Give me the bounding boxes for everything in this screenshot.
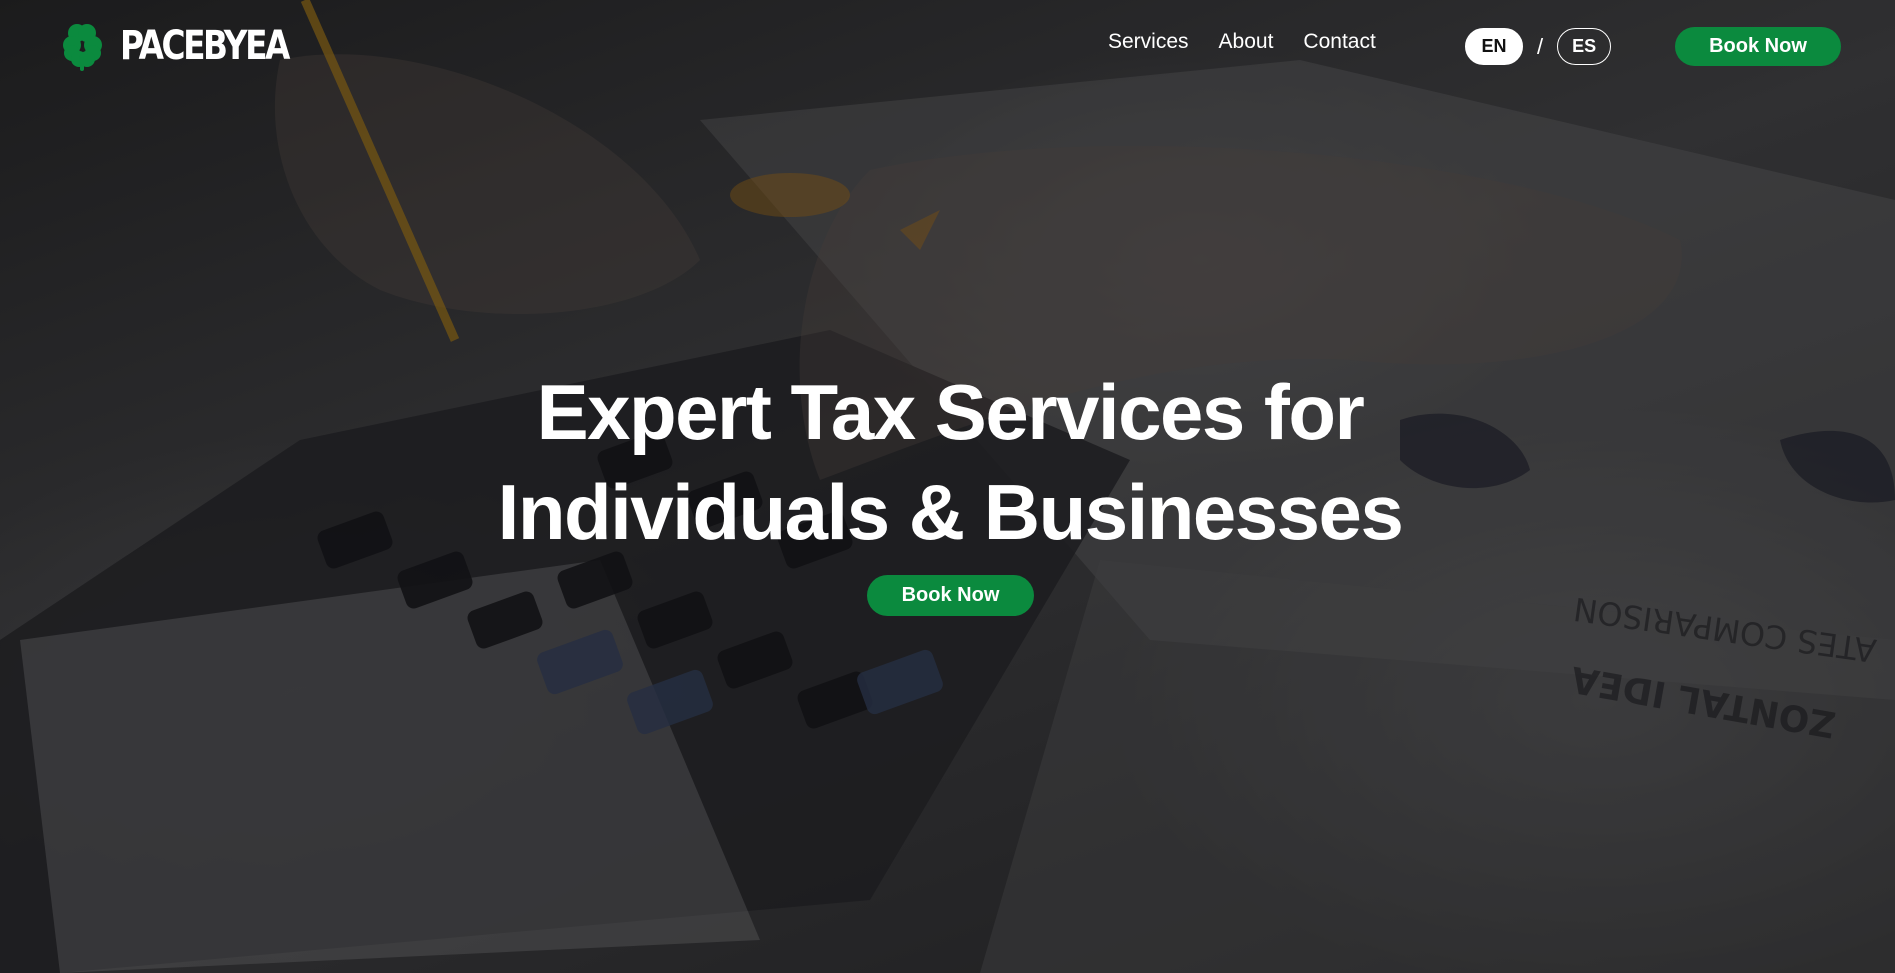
brand-logo[interactable]: PACEBYEA bbox=[60, 20, 325, 72]
language-en-button[interactable]: EN bbox=[1465, 28, 1523, 65]
language-switcher: EN / ES bbox=[1465, 28, 1612, 65]
four-leaf-clover-icon bbox=[63, 24, 102, 71]
nav-services-link[interactable]: Services bbox=[1108, 30, 1189, 54]
language-separator: / bbox=[1537, 33, 1544, 59]
nav-contact-link[interactable]: Contact bbox=[1303, 30, 1375, 54]
main-nav: Services About Contact bbox=[1108, 30, 1376, 54]
hero-title-line-2: Individuals & Businesses bbox=[497, 468, 1404, 556]
hero-title: Expert Tax Services for Individuals & Bu… bbox=[0, 362, 1895, 562]
nav-about-link[interactable]: About bbox=[1219, 30, 1274, 54]
hero-title-line-1: Expert Tax Services for bbox=[536, 368, 1365, 456]
header-book-now-button[interactable]: Book Now bbox=[1675, 27, 1841, 66]
brand-name: PACEBYEA bbox=[120, 23, 290, 69]
hero-book-now-button[interactable]: Book Now bbox=[867, 575, 1034, 616]
language-es-button[interactable]: ES bbox=[1557, 28, 1612, 65]
site-header: PACEBYEA Services About Contact EN / ES … bbox=[0, 0, 1895, 92]
